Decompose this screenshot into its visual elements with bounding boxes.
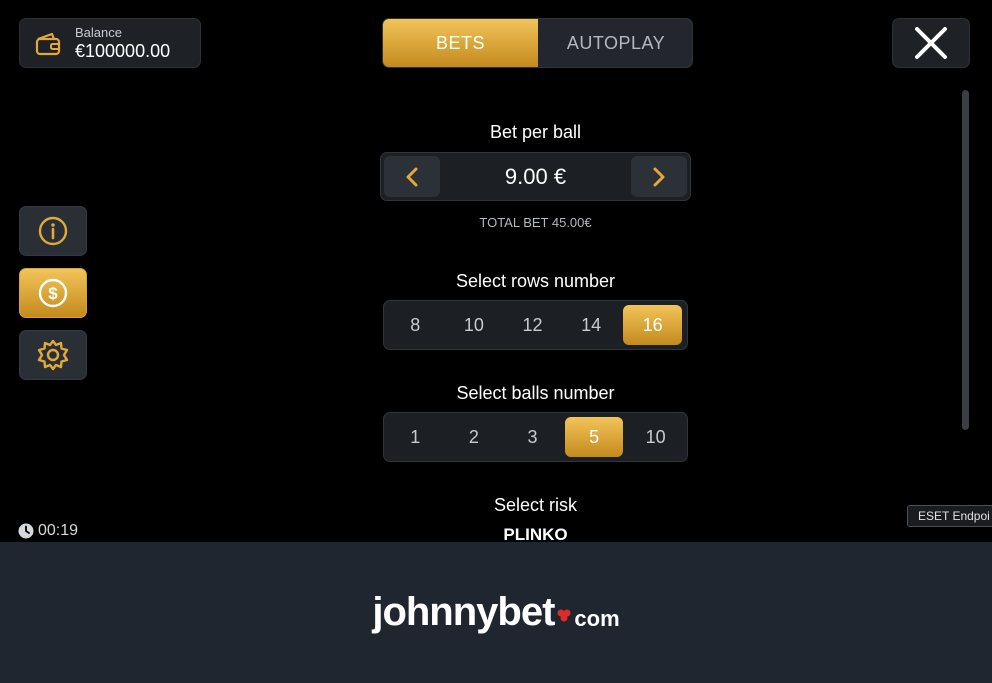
balls-selector: 1 2 3 5 10 bbox=[383, 412, 688, 462]
close-button[interactable] bbox=[892, 18, 970, 68]
logo-suffix-text: com bbox=[574, 605, 620, 631]
bet-per-ball-title: Bet per ball bbox=[489, 122, 582, 142]
clock-icon bbox=[18, 523, 34, 539]
rows-option-16[interactable]: 16 bbox=[623, 305, 682, 345]
game-area: Balance €100000.00 BETS AUTOPLAY $ Bet p… bbox=[0, 0, 992, 542]
rows-option-8[interactable]: 8 bbox=[386, 303, 445, 347]
risk-title: Select risk bbox=[493, 495, 578, 515]
logo-main-text: johnnybet bbox=[372, 590, 555, 634]
balance-value: €100000.00 bbox=[75, 41, 171, 61]
footer-banner: johnnybet com bbox=[0, 542, 992, 683]
bet-stepper: 9.00 € bbox=[380, 152, 691, 201]
game-name: PLINKO bbox=[503, 525, 568, 542]
balls-option-2[interactable]: 2 bbox=[445, 415, 504, 459]
close-icon bbox=[915, 27, 947, 59]
mode-tabs: BETS AUTOPLAY bbox=[382, 18, 693, 68]
balance-label: Balance bbox=[75, 25, 122, 40]
bet-value: 9.00 € bbox=[504, 164, 567, 189]
rows-option-12[interactable]: 12 bbox=[503, 303, 562, 347]
session-timer: 00:19 bbox=[18, 522, 78, 540]
rows-selector: 8 10 12 14 16 bbox=[383, 300, 688, 350]
rows-title: Select rows number bbox=[455, 271, 616, 291]
dollar-coin-icon: $ bbox=[38, 278, 68, 308]
chevron-right-icon bbox=[653, 167, 665, 186]
gear-icon bbox=[37, 339, 69, 371]
bet-settings-button[interactable]: $ bbox=[19, 268, 87, 318]
balls-title: Select balls number bbox=[456, 383, 615, 403]
balls-option-1[interactable]: 1 bbox=[386, 415, 445, 459]
rows-option-10[interactable]: 10 bbox=[445, 303, 504, 347]
balls-option-10[interactable]: 10 bbox=[626, 415, 685, 459]
info-icon bbox=[38, 216, 68, 246]
timer-value: 00:19 bbox=[38, 522, 79, 539]
increase-bet-button[interactable] bbox=[631, 156, 687, 197]
decrease-bet-button[interactable] bbox=[384, 156, 440, 197]
scrollbar[interactable] bbox=[962, 90, 969, 430]
balance-panel: Balance €100000.00 bbox=[19, 18, 201, 68]
clover-dot-icon bbox=[557, 609, 571, 621]
info-button[interactable] bbox=[19, 206, 87, 256]
wallet-icon bbox=[35, 32, 61, 56]
tab-autoplay[interactable]: AUTOPLAY bbox=[538, 19, 692, 67]
balls-option-3[interactable]: 3 bbox=[503, 415, 562, 459]
settings-button[interactable] bbox=[19, 330, 87, 380]
johnnybet-logo: johnnybet com bbox=[0, 542, 992, 683]
rows-option-14[interactable]: 14 bbox=[562, 303, 621, 347]
total-bet: TOTAL BET 45.00€ bbox=[479, 215, 592, 230]
balls-option-5[interactable]: 5 bbox=[564, 417, 624, 457]
chevron-left-icon bbox=[406, 167, 418, 186]
tab-bets[interactable]: BETS bbox=[383, 19, 538, 67]
eset-notification-badge[interactable]: ESET Endpoi bbox=[907, 505, 992, 527]
svg-text:$: $ bbox=[48, 284, 58, 303]
